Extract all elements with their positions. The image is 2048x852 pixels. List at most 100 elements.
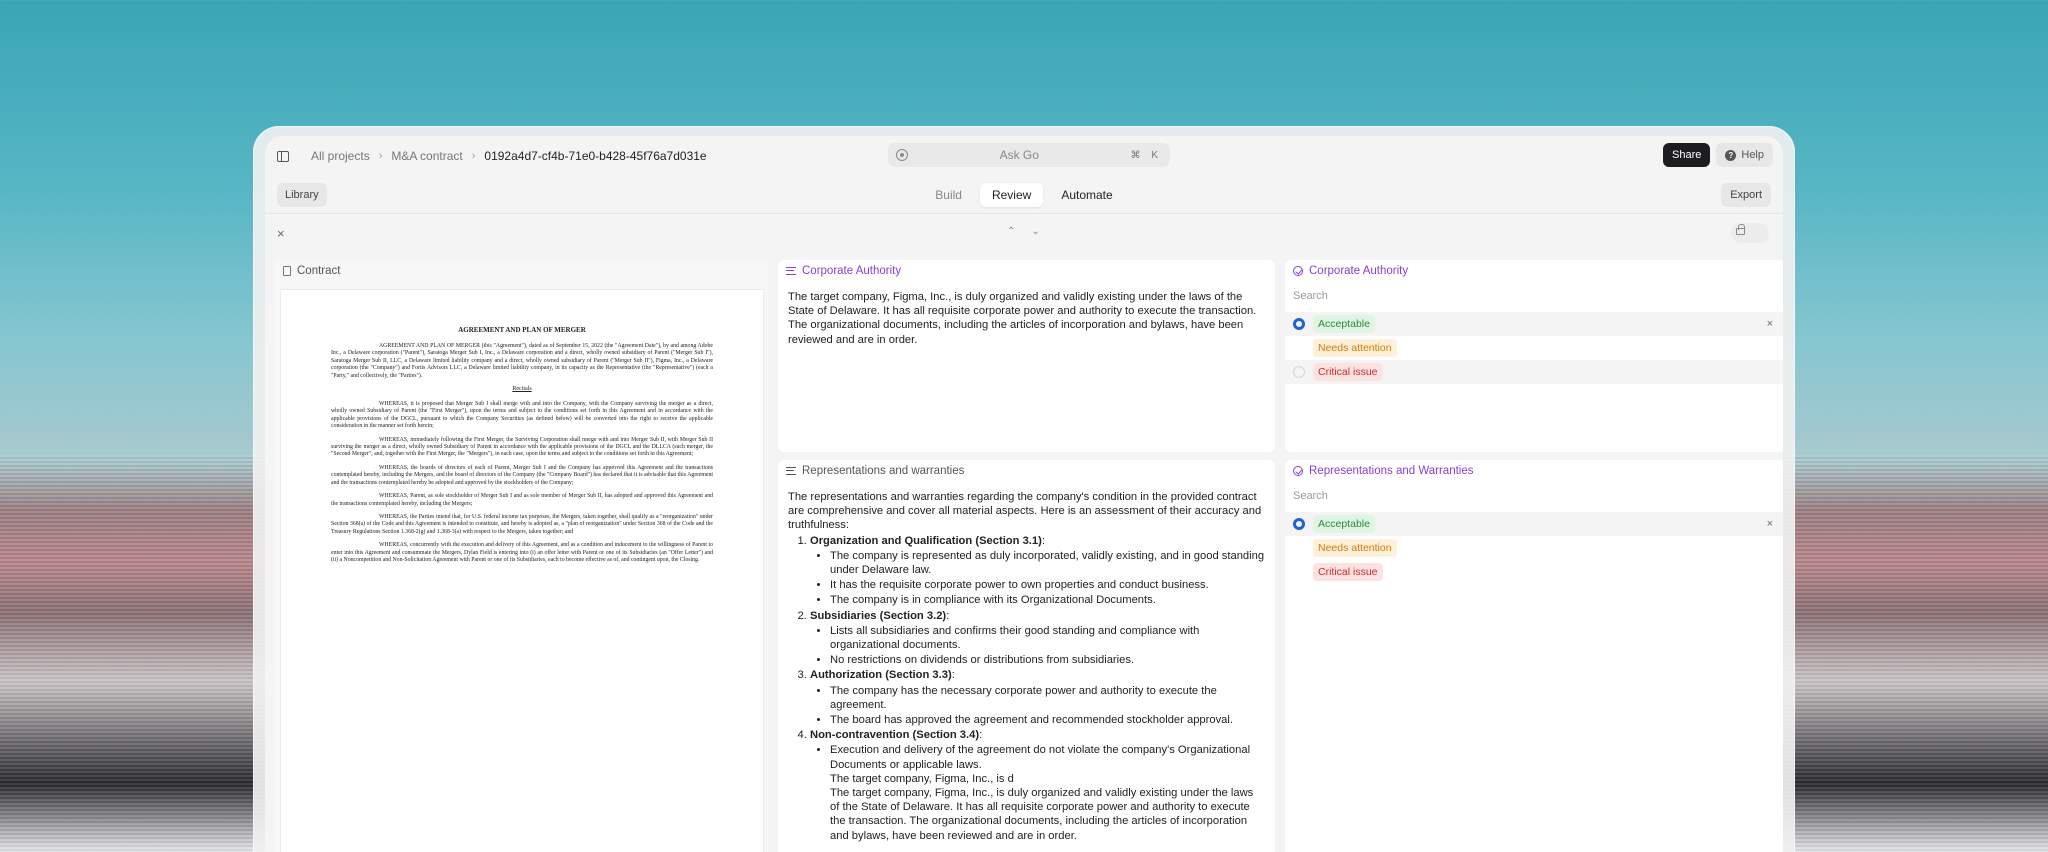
breadcrumb: All projects › M&A contract › 0192a4d7-c… (311, 149, 707, 163)
status-badge: Critical issue (1313, 563, 1383, 581)
document-paragraph: WHEREAS, the Parties intend that, for U.… (331, 513, 713, 535)
review-ca-header: Corporate Authority (1285, 260, 1783, 282)
question-icon: ? (1725, 149, 1737, 161)
document-icon (283, 266, 291, 276)
tab-build[interactable]: Build (923, 183, 974, 207)
tab-automate[interactable]: Automate (1049, 183, 1124, 207)
list-item: The company is in compliance with its Or… (830, 593, 1265, 607)
contract-document[interactable]: AGREEMENT AND PLAN OF MERGER AGREEMENT A… (280, 289, 764, 852)
app-window: All projects › M&A contract › 0192a4d7-c… (253, 126, 1795, 852)
chevron-up-icon[interactable]: ⌃ (1007, 226, 1015, 237)
share-button[interactable]: Share (1663, 143, 1711, 167)
chevron-right-icon: › (378, 150, 383, 162)
radio-hidden (1293, 566, 1305, 578)
lock-icon (1736, 224, 1745, 235)
list-item: No restrictions on dividends or distribu… (830, 653, 1265, 667)
option-acceptable[interactable]: Acceptable × (1285, 512, 1783, 536)
reps-warranties-header: Representations and warranties (778, 460, 1275, 482)
review-corporate-authority: Corporate Authority Search Acceptable × … (1285, 260, 1783, 452)
list-item: Authorization (Section 3.3): The company… (810, 668, 1265, 727)
review-reps-warranties: Representations and Warranties Search Ac… (1285, 460, 1783, 852)
sidebar-toggle-icon[interactable] (277, 150, 289, 162)
review-toolbar: × ⌃ ⌄ (265, 214, 1783, 252)
list-item: Execution and delivery of the agreement … (830, 743, 1265, 842)
close-icon[interactable]: × (277, 226, 285, 241)
document-paragraph: WHEREAS, Parent, as sole stockholder of … (331, 493, 713, 507)
item-navigation: ⌃ ⌄ (1007, 226, 1040, 237)
option-needs-attention[interactable]: Needs attention (1285, 336, 1783, 360)
corporate-authority-header: Corporate Authority (778, 260, 1275, 282)
document-paragraph: WHEREAS, concurrently with the execution… (331, 542, 713, 563)
document-recitals-heading: Recitals (512, 386, 532, 393)
review-ca-title: Corporate Authority (1309, 265, 1409, 277)
clear-icon[interactable]: × (1767, 318, 1773, 330)
option-critical-issue[interactable]: Critical issue (1285, 560, 1783, 584)
option-needs-attention[interactable]: Needs attention (1285, 536, 1783, 560)
review-rw-title: Representations and Warranties (1309, 465, 1474, 477)
text-lines-icon (786, 267, 796, 275)
breadcrumb-project[interactable]: M&A contract (391, 149, 462, 163)
chevron-right-icon: › (471, 150, 476, 162)
section-heading: Authorization (Section 3.3) (810, 669, 952, 682)
corporate-authority-panel: Corporate Authority The target company, … (778, 260, 1275, 452)
ask-go-label: Ask Go (999, 148, 1039, 162)
shortcut-hint: ⌘ K (1130, 149, 1162, 161)
list-item: Non-contravention (Section 3.4): Executi… (810, 728, 1265, 843)
lock-toggle[interactable] (1731, 223, 1769, 243)
document-paragraph: WHEREAS, it is proposed that Merger Sub … (331, 401, 713, 430)
corporate-authority-title: Corporate Authority (802, 265, 902, 277)
chevron-down-icon[interactable]: ⌄ (1031, 226, 1039, 237)
radio-selected-icon (1293, 518, 1305, 530)
reps-warranties-title: Representations and warranties (802, 465, 965, 477)
review-rw-search-input[interactable]: Search (1285, 482, 1783, 512)
reps-sections: Organization and Qualification (Section … (788, 534, 1265, 843)
header-actions: Share ? Help (1663, 143, 1773, 167)
document-paragraph: AGREEMENT AND PLAN OF MERGER (this "Agre… (331, 343, 713, 379)
breadcrumb-current: 0192a4d7-cf4b-71e0-b428-45f76a7d031e (484, 149, 707, 163)
status-badge: Critical issue (1313, 363, 1383, 381)
bullet-text: The target company, Figma, Inc., is d (830, 772, 1014, 785)
list-item: Organization and Qualification (Section … (810, 534, 1265, 608)
contract-title: Contract (297, 265, 341, 277)
review-content: Contract AGREEMENT AND PLAN OF MERGER AG… (275, 260, 1783, 852)
radio-hidden (1293, 542, 1305, 554)
mode-bar: Library Build Review Automate Export (265, 176, 1783, 214)
document-heading: AGREEMENT AND PLAN OF MERGER (458, 326, 586, 334)
document-paragraph: WHEREAS, the boards of directors of each… (331, 464, 713, 486)
check-circle-icon (1293, 266, 1303, 276)
status-badge: Acceptable (1313, 515, 1375, 533)
status-badge: Acceptable (1313, 315, 1375, 333)
list-item: Lists all subsidiaries and confirms thei… (830, 624, 1265, 652)
radio-empty-icon (1293, 366, 1305, 378)
review-rw-header: Representations and Warranties (1285, 460, 1783, 482)
ask-go-search[interactable]: Ask Go ⌘ K (888, 143, 1170, 167)
list-item: Subsidiaries (Section 3.2): Lists all su… (810, 609, 1265, 668)
contract-panel: Contract AGREEMENT AND PLAN OF MERGER AG… (275, 260, 768, 852)
bullet-text: Execution and delivery of the agreement … (830, 744, 1251, 771)
list-item: The board has approved the agreement and… (830, 713, 1265, 727)
option-acceptable[interactable]: Acceptable × (1285, 312, 1783, 336)
tab-review[interactable]: Review (979, 183, 1044, 207)
radio-selected-icon (1293, 318, 1305, 330)
status-badge: Needs attention (1313, 339, 1397, 357)
reps-warranties-panel: Representations and warranties The repre… (778, 460, 1275, 852)
app-shell: All projects › M&A contract › 0192a4d7-c… (265, 136, 1783, 852)
help-label: Help (1741, 149, 1764, 161)
help-button[interactable]: ? Help (1716, 143, 1773, 167)
corporate-authority-text: The target company, Figma, Inc., is duly… (788, 291, 1257, 346)
export-button[interactable]: Export (1721, 183, 1771, 207)
section-heading: Subsidiaries (Section 3.2) (810, 609, 947, 622)
reps-warranties-body: The representations and warranties regar… (778, 482, 1275, 852)
sparkle-icon (896, 149, 908, 161)
contract-panel-header: Contract (275, 260, 768, 282)
list-item: The company is represented as duly incor… (830, 549, 1265, 577)
option-critical-issue[interactable]: Critical issue (1285, 360, 1783, 384)
review-ca-search-input[interactable]: Search (1285, 282, 1783, 312)
list-item: It has the requisite corporate power to … (830, 578, 1265, 592)
section-heading: Organization and Qualification (Section … (810, 534, 1042, 547)
clear-icon[interactable]: × (1767, 518, 1773, 530)
radio-hidden (1293, 342, 1305, 354)
library-button[interactable]: Library (277, 182, 327, 207)
breadcrumb-root[interactable]: All projects (311, 149, 370, 163)
list-item: The company has the necessary corporate … (830, 684, 1265, 712)
